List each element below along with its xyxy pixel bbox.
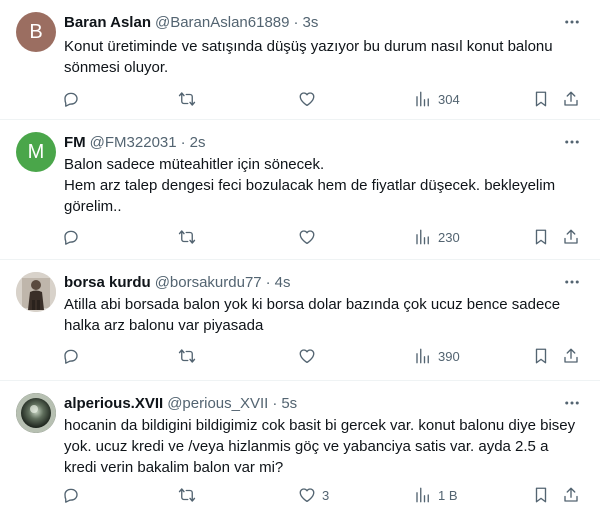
share-button[interactable] <box>562 484 580 506</box>
view-count: 1 B <box>438 487 458 503</box>
reply-icon <box>64 349 78 364</box>
view-count: 230 <box>438 229 460 245</box>
tweet-header: Baran Aslan @BaranAslan61889 · 3s <box>64 12 584 32</box>
avatar[interactable] <box>16 272 56 312</box>
reply-icon <box>64 230 78 245</box>
bookmark-icon <box>535 348 547 364</box>
author-name[interactable]: borsa kurdu <box>64 274 151 291</box>
views-button[interactable]: 304 <box>414 88 460 110</box>
retweet-button[interactable] <box>178 345 202 367</box>
retweet-icon <box>178 488 196 502</box>
timestamp[interactable]: 2s <box>190 134 206 151</box>
more-options-icon[interactable] <box>562 272 582 292</box>
share-button[interactable] <box>562 226 580 248</box>
bookmark-icon <box>535 487 547 503</box>
views-icon <box>416 229 429 245</box>
bookmark-button[interactable] <box>532 484 550 506</box>
tweet-actions: 304 <box>58 88 584 110</box>
more-options-icon[interactable] <box>562 12 582 32</box>
views-button[interactable]: 390 <box>414 345 460 367</box>
author-handle[interactable]: @BaranAslan61889 <box>155 14 290 31</box>
author-handle[interactable]: @perious_XVII <box>167 395 268 412</box>
views-icon <box>416 487 429 503</box>
like-button[interactable] <box>298 88 322 110</box>
share-icon <box>564 229 578 244</box>
tweet-text: Atilla abi borsada balon yok ki borsa do… <box>64 296 561 334</box>
views-icon <box>416 91 429 107</box>
author-handle[interactable]: @borsakurdu77 <box>155 274 262 291</box>
tweet-header: alperious.XVII @perious_XVII · 5s <box>64 393 584 413</box>
retweet-button[interactable] <box>178 484 202 506</box>
separator-dot: · <box>265 273 271 291</box>
tweet-header: FM @FM322031 · 2s <box>64 132 584 152</box>
heart-icon <box>299 92 315 107</box>
retweet-icon <box>178 92 196 106</box>
tweet-actions: 230 <box>58 226 584 248</box>
views-button[interactable]: 1 B <box>414 484 458 506</box>
reply-button[interactable] <box>62 484 86 506</box>
tweet-text: Balon sadece müteahitler için sönecek. H… <box>64 156 556 215</box>
profile-photo <box>16 393 56 433</box>
tweet-text: hocanin da bildigini bildigimiz cok basi… <box>64 417 576 476</box>
bookmark-button[interactable] <box>532 88 550 110</box>
avatar[interactable]: B <box>16 12 56 52</box>
like-button[interactable]: 3 <box>298 484 329 506</box>
bookmark-icon <box>535 91 547 107</box>
reply-button[interactable] <box>62 226 86 248</box>
view-count: 390 <box>438 348 460 364</box>
view-count: 304 <box>438 91 460 107</box>
retweet-icon <box>178 230 196 244</box>
separator-dot: · <box>272 394 278 412</box>
views-button[interactable]: 230 <box>414 226 460 248</box>
author-name[interactable]: Baran Aslan <box>64 14 151 31</box>
like-button[interactable] <box>298 226 322 248</box>
tweet[interactable]: alperious.XVII @perious_XVII · 5s hocani… <box>0 381 600 521</box>
share-button[interactable] <box>562 88 580 110</box>
timestamp[interactable]: 5s <box>281 395 297 412</box>
retweet-button[interactable] <box>178 88 202 110</box>
separator-dot: · <box>180 133 186 151</box>
separator-dot: · <box>293 13 299 31</box>
tweet-text: Konut üretiminde ve satışında düşüş yazı… <box>64 38 553 76</box>
avatar[interactable]: M <box>16 132 56 172</box>
timestamp[interactable]: 4s <box>275 274 291 291</box>
avatar-initial: M <box>27 140 45 163</box>
tweet[interactable]: M FM @FM322031 · 2s Balon sadece müteahi… <box>0 120 600 260</box>
share-icon <box>564 91 578 106</box>
reply-button[interactable] <box>62 88 86 110</box>
tweet-actions: 3 1 B <box>58 484 584 506</box>
reply-icon <box>64 92 78 107</box>
retweet-icon <box>178 349 196 363</box>
tweet-actions: 390 <box>58 345 584 367</box>
like-button[interactable] <box>298 345 322 367</box>
views-icon <box>416 348 429 364</box>
author-name[interactable]: FM <box>64 134 86 151</box>
profile-photo <box>16 272 56 312</box>
more-options-icon[interactable] <box>562 132 582 152</box>
share-icon <box>564 348 578 363</box>
avatar-initial: B <box>29 20 43 43</box>
author-name[interactable]: alperious.XVII <box>64 395 163 412</box>
share-button[interactable] <box>562 345 580 367</box>
heart-icon <box>299 488 315 503</box>
reply-icon <box>64 488 78 503</box>
author-handle[interactable]: @FM322031 <box>90 134 177 151</box>
retweet-button[interactable] <box>178 226 202 248</box>
heart-icon <box>299 349 315 364</box>
timestamp[interactable]: 3s <box>302 14 318 31</box>
bookmark-button[interactable] <box>532 226 550 248</box>
bookmark-button[interactable] <box>532 345 550 367</box>
bookmark-icon <box>535 229 547 245</box>
like-count: 3 <box>322 487 330 503</box>
more-options-icon[interactable] <box>562 393 582 413</box>
tweet-header: borsa kurdu @borsakurdu77 · 4s <box>64 272 584 292</box>
share-icon <box>564 487 578 502</box>
reply-button[interactable] <box>62 345 86 367</box>
avatar[interactable] <box>16 393 56 433</box>
tweet[interactable]: B Baran Aslan @BaranAslan61889 · 3s Konu… <box>0 0 600 120</box>
tweet[interactable]: borsa kurdu @borsakurdu77 · 4s Atilla ab… <box>0 260 600 381</box>
heart-icon <box>299 230 315 245</box>
